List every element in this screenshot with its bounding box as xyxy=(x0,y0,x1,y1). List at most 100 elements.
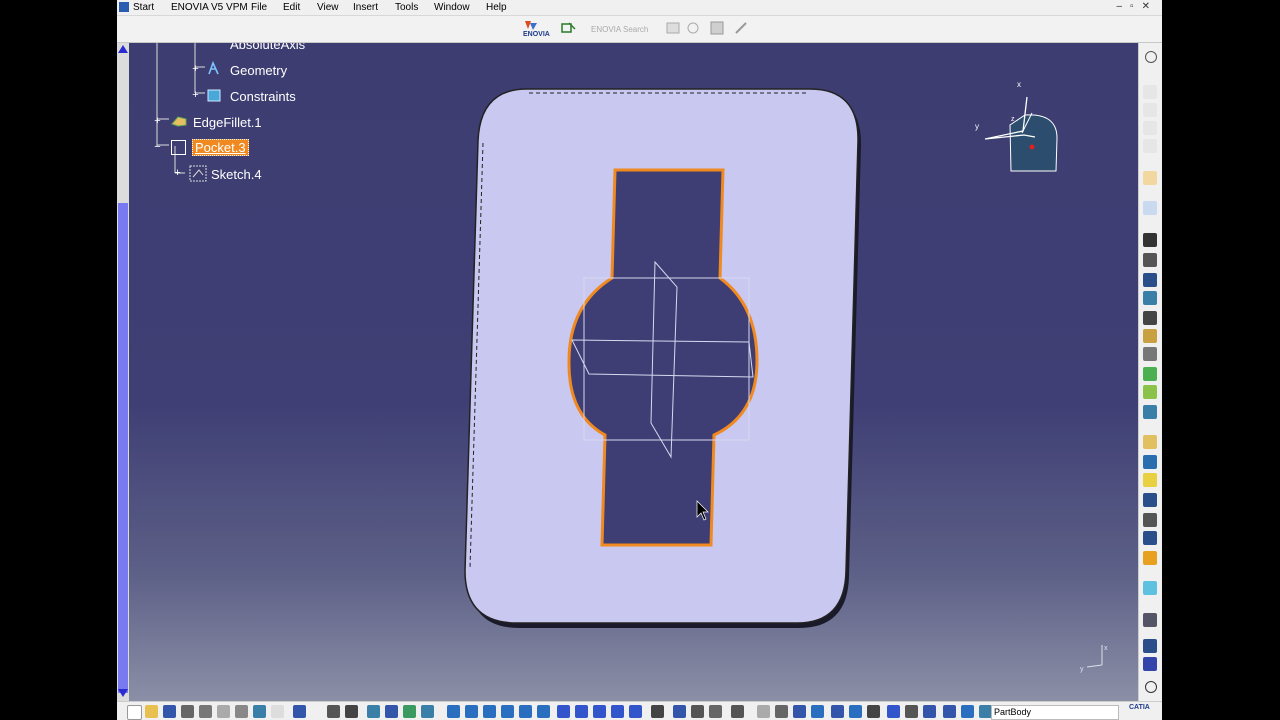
measure-between-icon[interactable] xyxy=(385,705,398,718)
pocket-tool-icon[interactable] xyxy=(1143,253,1157,267)
tree-item-pocket[interactable]: Pocket.3 xyxy=(192,139,249,156)
grid-icon[interactable] xyxy=(1143,657,1157,671)
whats-this-icon[interactable] xyxy=(293,705,306,718)
lock-icon[interactable] xyxy=(421,705,434,718)
split-icon[interactable] xyxy=(1143,493,1157,507)
pan-icon[interactable] xyxy=(483,705,496,718)
tree-item-constraints[interactable]: Constraints xyxy=(230,89,296,104)
copy-icon[interactable] xyxy=(217,705,230,718)
scroll-up-icon[interactable] xyxy=(118,45,128,53)
snapshot-icon[interactable] xyxy=(731,705,744,718)
enovia-logo-icon[interactable]: ENOVIA xyxy=(521,19,553,39)
current-body-select[interactable]: PartBody xyxy=(991,705,1119,720)
paste-icon[interactable] xyxy=(235,705,248,718)
menu-file[interactable]: File xyxy=(251,1,267,14)
sketcher-settings-icon[interactable] xyxy=(1145,51,1157,63)
thickness-icon[interactable] xyxy=(1143,455,1157,469)
3d-viewport[interactable]: x y z x y + Geometry AbsoluteAxis + Cons… xyxy=(117,43,1138,701)
menu-start[interactable]: Start xyxy=(133,1,154,14)
rib-icon[interactable] xyxy=(1143,329,1157,343)
menu-help[interactable]: Help xyxy=(486,1,507,14)
compass-tool-icon[interactable] xyxy=(709,705,722,718)
menu-product[interactable]: ENOVIA V5 VPM xyxy=(171,1,248,14)
thread-icon[interactable] xyxy=(1143,473,1157,487)
hide-show-icon[interactable] xyxy=(651,705,664,718)
fly-mode-icon[interactable] xyxy=(447,705,460,718)
sync-icon[interactable] xyxy=(685,20,701,36)
scale-icon[interactable] xyxy=(905,705,918,718)
tree-expand-constraints[interactable]: + xyxy=(191,90,200,101)
draft-icon[interactable] xyxy=(1143,405,1157,419)
analysis-icon[interactable] xyxy=(1143,639,1157,653)
tool-icon-a[interactable] xyxy=(709,20,725,36)
view-mode-icon[interactable] xyxy=(593,705,606,718)
tree-collapse-pocket[interactable]: − xyxy=(153,142,162,153)
print-icon[interactable] xyxy=(181,705,194,718)
shaft-icon[interactable] xyxy=(1143,273,1157,287)
fit-all-in-icon[interactable] xyxy=(465,705,478,718)
sketch-tool-icon[interactable] xyxy=(1143,201,1157,215)
scroll-down-icon[interactable] xyxy=(118,689,128,697)
tree-item-edge-fillet[interactable]: EdgeFillet.1 xyxy=(193,115,262,130)
tree-scrollbar[interactable] xyxy=(117,43,129,701)
groove-icon[interactable] xyxy=(1143,291,1157,305)
open-icon[interactable] xyxy=(145,705,158,718)
fillet-icon[interactable] xyxy=(1143,367,1157,381)
tree-expand-edgefillet[interactable]: + xyxy=(153,116,162,127)
fit-all-icon[interactable] xyxy=(1145,681,1157,693)
cut-icon[interactable] xyxy=(199,705,212,718)
menu-tools[interactable]: Tools xyxy=(395,1,418,14)
redo-icon[interactable] xyxy=(271,705,284,718)
scaling-icon[interactable] xyxy=(1143,551,1157,565)
shading-icon[interactable] xyxy=(611,705,624,718)
shell-icon[interactable] xyxy=(1143,435,1157,449)
tree-icon[interactable] xyxy=(831,705,844,718)
knowledge-icon[interactable] xyxy=(345,705,358,718)
catalog-icon[interactable] xyxy=(367,705,380,718)
save-icon[interactable] xyxy=(163,705,176,718)
new-icon[interactable] xyxy=(127,705,142,720)
formula-icon[interactable] xyxy=(327,705,340,718)
swap-space-icon[interactable] xyxy=(673,705,686,718)
hole-icon[interactable] xyxy=(1143,311,1157,325)
catia-app-icon[interactable] xyxy=(119,2,129,12)
tree-item-geometry[interactable]: Geometry xyxy=(230,63,287,78)
planar-icon[interactable] xyxy=(961,705,974,718)
tool-disabled-1-icon[interactable] xyxy=(1143,85,1157,99)
cut-section-icon[interactable] xyxy=(793,705,806,718)
normal-view-icon[interactable] xyxy=(557,705,570,718)
measure-item-icon[interactable] xyxy=(691,705,704,718)
tree-expand-sketch[interactable]: + xyxy=(173,168,182,179)
apply-material-icon[interactable] xyxy=(403,705,416,718)
rotate-icon[interactable] xyxy=(501,705,514,718)
menu-edit[interactable]: Edit xyxy=(283,1,300,14)
tool-icon-b[interactable] xyxy=(733,20,749,36)
tree-item-absolute-axis[interactable]: AbsoluteAxis xyxy=(230,43,305,52)
tree-item-sketch[interactable]: Sketch.4 xyxy=(211,167,262,182)
chamfer-icon[interactable] xyxy=(1143,385,1157,399)
pattern-icon[interactable] xyxy=(1143,531,1157,545)
measure-icon[interactable] xyxy=(1143,613,1157,627)
window-controls[interactable]: –▫✕ xyxy=(1117,1,1159,12)
enovia-search-label[interactable]: ENOVIA Search xyxy=(591,25,648,34)
repeat-icon[interactable] xyxy=(943,705,956,718)
exploded-icon[interactable] xyxy=(811,705,824,718)
zoom-out-icon[interactable] xyxy=(537,705,550,718)
update-icon[interactable] xyxy=(757,705,770,718)
section-icon[interactable] xyxy=(923,705,936,718)
enovia-search-icon[interactable] xyxy=(561,20,577,36)
wireframe-icon[interactable] xyxy=(629,705,642,718)
zoom-in-icon[interactable] xyxy=(519,705,532,718)
constraint-icon[interactable] xyxy=(775,705,788,718)
menu-view[interactable]: View xyxy=(317,1,339,14)
slot-icon[interactable] xyxy=(1143,347,1157,361)
iso-view-icon[interactable] xyxy=(575,705,588,718)
mirror-icon[interactable] xyxy=(1143,513,1157,527)
tool-disabled-4-icon[interactable] xyxy=(1143,139,1157,153)
pad-icon[interactable] xyxy=(1143,233,1157,247)
select-icon[interactable] xyxy=(1143,171,1157,185)
expand-icon[interactable] xyxy=(665,20,681,36)
tool-disabled-3-icon[interactable] xyxy=(1143,121,1157,135)
tools-palette-icon[interactable] xyxy=(849,705,862,718)
axis-icon[interactable] xyxy=(867,705,880,718)
